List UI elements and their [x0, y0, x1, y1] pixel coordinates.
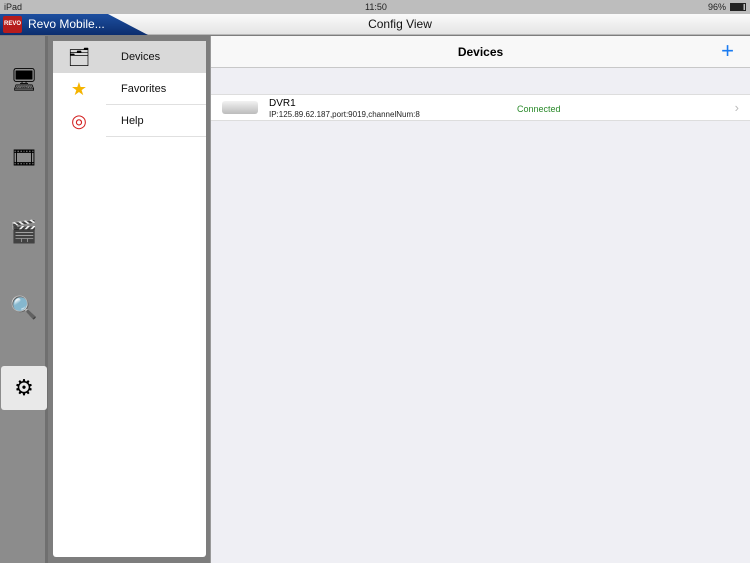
status-bar: iPad 11:50 96% — [0, 0, 750, 14]
playback-icon[interactable]: 🎞 — [8, 142, 40, 174]
devices-icon: 🗂 — [67, 46, 91, 67]
menu-item-label: Favorites — [121, 83, 167, 95]
menu-item-devices[interactable]: 🗂 Devices — [53, 41, 206, 73]
panel-header: Devices + — [211, 36, 750, 68]
menu-item-label: Devices — [121, 51, 161, 63]
device-label: iPad — [4, 2, 23, 12]
sidebar-rail: 🖥 🎞 🎬 🔍 ⚙ — [0, 36, 48, 563]
status-badge: Connected — [517, 104, 561, 114]
star-icon: ★ — [70, 78, 88, 99]
page-title: Config View — [368, 17, 432, 31]
live-view-icon[interactable]: 🖥 — [8, 64, 40, 96]
devices-panel: Devices + DVR1 IP:125.89.62.187,port:901… — [210, 36, 750, 563]
menu-item-help[interactable]: ◎ Help — [53, 105, 206, 137]
device-name: DVR1 — [269, 98, 296, 109]
config-menu: 🗂 Devices ★ Favorites ◎ Help — [53, 41, 206, 557]
image-search-icon[interactable]: 🔍 — [8, 292, 40, 324]
battery-icon — [730, 3, 746, 11]
video-clip-icon[interactable]: 🎬 — [8, 216, 40, 248]
dvr-icon — [222, 101, 258, 114]
chevron-right-icon: › — [734, 100, 739, 115]
add-device-button[interactable]: + — [721, 38, 734, 64]
device-details: IP:125.89.62.187,port:9019,channelNum:8 — [269, 110, 420, 119]
title-bar: REVO Revo Mobile... Config View — [0, 14, 750, 35]
menu-item-label: Help — [121, 115, 144, 127]
device-row[interactable]: DVR1 IP:125.89.62.187,port:9019,channelN… — [211, 94, 750, 121]
menu-item-favorites[interactable]: ★ Favorites — [53, 73, 206, 105]
settings-icon[interactable]: ⚙ — [1, 366, 47, 410]
clock: 11:50 — [365, 2, 387, 12]
panel-title: Devices — [457, 45, 504, 59]
battery-percent: 96% — [707, 2, 726, 12]
lifebuoy-icon: ◎ — [71, 110, 87, 131]
divider — [106, 136, 206, 137]
